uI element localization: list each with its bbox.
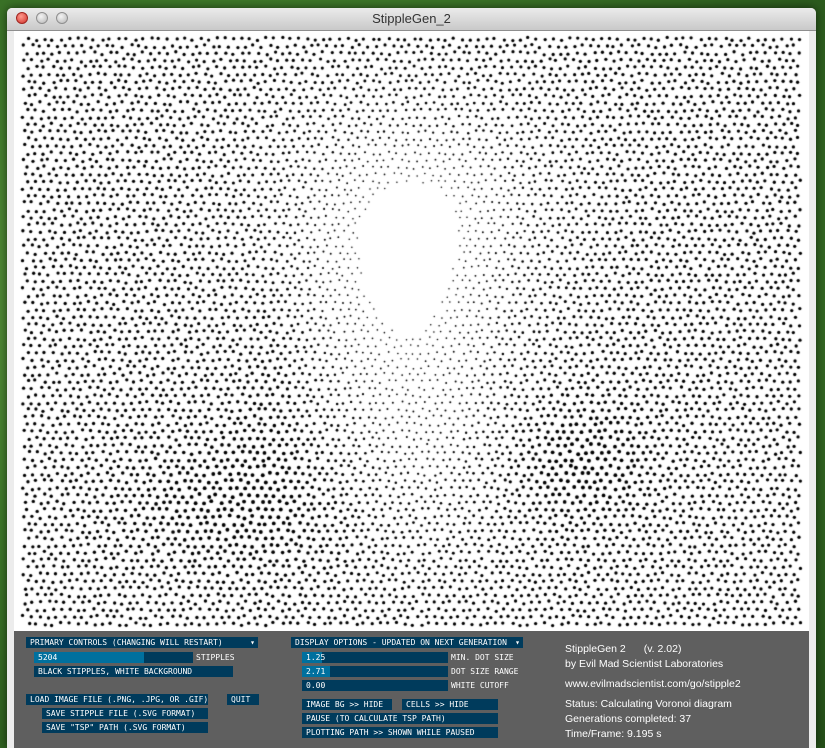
load-image-button-label: LOAD IMAGE FILE (.PNG, .JPG, OR .GIF) [30,695,208,704]
stipple-canvas-area [14,31,809,631]
app-version: (v. 2.02) [643,643,682,655]
project-url: www.evilmadscientist.com/go/stipple2 [565,678,741,690]
cells-toggle[interactable]: CELLS >> HIDE [402,699,498,710]
dot-size-range-label: DOT SIZE RANGE [451,667,519,676]
pause-button[interactable]: PAUSE (TO CALCULATE TSP PATH) [302,713,498,724]
primary-controls-dropdown-label: PRIMARY CONTROLS (CHANGING WILL RESTART) [30,638,223,647]
quit-button-label: QUIT [231,695,251,704]
stipple-mode-toggle[interactable]: BLACK STIPPLES, WHITE BACKGROUND [34,666,233,677]
stipples-label: STIPPLES [196,653,235,662]
save-tsp-button-label: SAVE "TSP" PATH (.SVG FORMAT) [46,723,186,732]
white-cutoff-slider[interactable]: 0.00 [302,680,448,691]
window-title: StippleGen_2 [372,11,451,26]
image-bg-toggle[interactable]: IMAGE BG >> HIDE [302,699,392,710]
pause-button-label: PAUSE (TO CALCULATE TSP PATH) [306,714,446,723]
status-text: Status: Calculating Voronoi diagram [565,698,732,710]
quit-button[interactable]: QUIT [227,694,259,705]
time-frame-text: Time/Frame: 9.195 s [565,728,662,740]
load-image-button[interactable]: LOAD IMAGE FILE (.PNG, .JPG, OR .GIF) [26,694,208,705]
plotting-path-toggle-label: PLOTTING PATH >> SHOWN WHILE PAUSED [306,728,475,737]
app-name-line: StippleGen 2 (v. 2.02) [565,643,681,656]
display-options-dropdown-label: DISPLAY OPTIONS - UPDATED ON NEXT GENERA… [295,638,507,647]
image-bg-toggle-label: IMAGE BG >> HIDE [306,700,384,709]
stipples-value: 5204 [38,653,58,662]
dropdown-arrow-icon: ▾ [515,638,520,647]
save-stipple-button-label: SAVE STIPPLE FILE (.SVG FORMAT) [46,709,196,718]
generations-text: Generations completed: 37 [565,713,692,725]
white-cutoff-label: WHITE CUTOFF [451,681,509,690]
dropdown-arrow-icon: ▾ [250,638,255,647]
control-panel: PRIMARY CONTROLS (CHANGING WILL RESTART)… [14,631,809,748]
app-name: StippleGen 2 [565,643,626,655]
author-text: by Evil Mad Scientist Laboratories [565,658,724,670]
save-stipple-button[interactable]: SAVE STIPPLE FILE (.SVG FORMAT) [42,708,208,719]
plotting-path-toggle[interactable]: PLOTTING PATH >> SHOWN WHILE PAUSED [302,727,498,738]
app-window: StippleGen_2 PRIMARY CONTROLS (CHANGING … [7,8,816,748]
dot-size-range-value: 2.71 [306,667,326,676]
dot-size-range-slider[interactable]: 2.71 [302,666,448,677]
min-dot-size-label: MIN. DOT SIZE [451,653,514,662]
min-dot-size-value: 1.25 [306,653,326,662]
stipple-mode-label: BLACK STIPPLES, WHITE BACKGROUND [38,667,193,676]
primary-controls-dropdown[interactable]: PRIMARY CONTROLS (CHANGING WILL RESTART)… [26,637,258,648]
title-bar[interactable]: StippleGen_2 [7,8,816,31]
stipples-slider[interactable]: 5204 [34,652,193,663]
stipple-canvas [14,31,809,631]
cells-toggle-label: CELLS >> HIDE [406,700,469,709]
white-cutoff-value: 0.00 [306,681,326,690]
display-options-dropdown[interactable]: DISPLAY OPTIONS - UPDATED ON NEXT GENERA… [291,637,523,648]
min-dot-size-slider[interactable]: 1.25 [302,652,448,663]
save-tsp-button[interactable]: SAVE "TSP" PATH (.SVG FORMAT) [42,722,208,733]
